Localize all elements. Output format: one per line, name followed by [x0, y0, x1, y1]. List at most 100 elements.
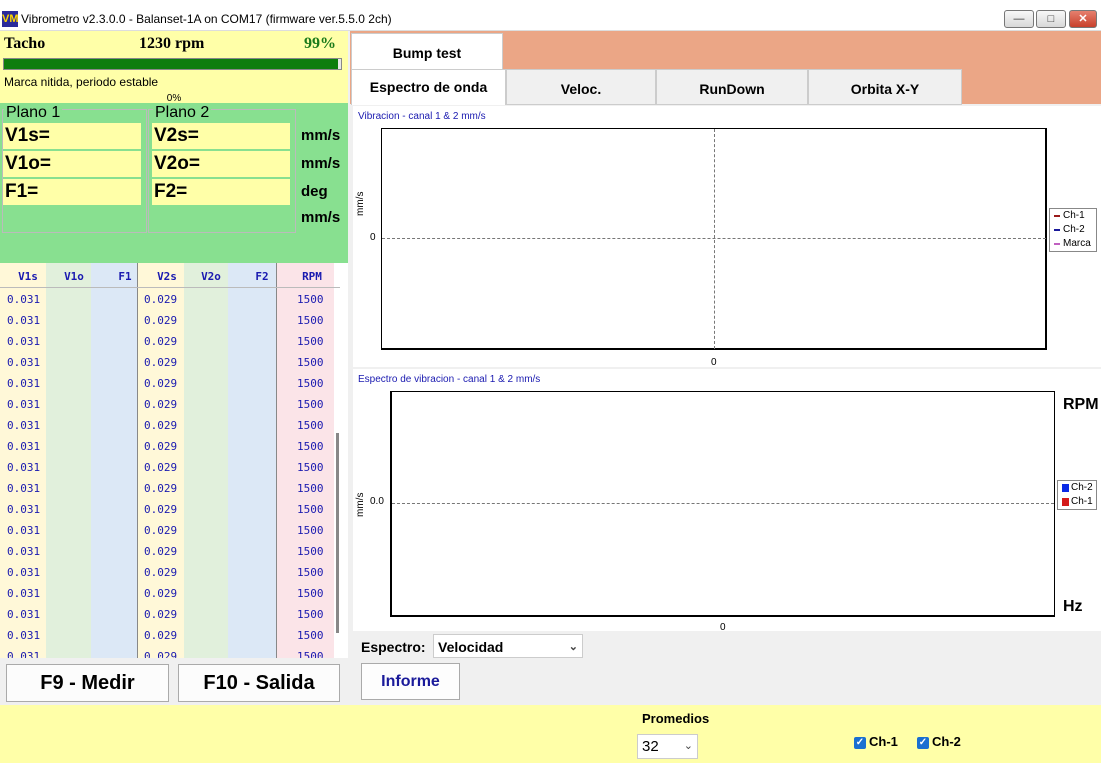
- table-cell: 0.031: [7, 482, 41, 495]
- waveform-chart[interactable]: Vibracion - canal 1 & 2 mm/s mm/s 0 0 Ch…: [353, 106, 1101, 368]
- table-cell: 1500: [297, 482, 324, 495]
- table-cell: 0.031: [7, 314, 41, 327]
- spectrum-select[interactable]: Velocidad ⌄: [433, 634, 583, 658]
- table-cell: 0.031: [7, 356, 41, 369]
- spectrum-zero-line: [392, 503, 1054, 504]
- table-cell: 0.029: [144, 524, 178, 537]
- table-cell: 0.031: [7, 587, 41, 600]
- legend-item: Ch-1: [1058, 495, 1096, 509]
- table-cell: 0.029: [144, 398, 178, 411]
- ch1-checkbox[interactable]: ✓ Ch-1: [854, 734, 898, 749]
- chevron-down-icon: ⌄: [568, 641, 578, 653]
- table-cell: 1500: [297, 461, 324, 474]
- table-cell: 1500: [297, 545, 324, 558]
- table-cell: 1500: [297, 419, 324, 432]
- waveform-ylabel: mm/s: [355, 191, 366, 216]
- table-cell: 1500: [297, 335, 324, 348]
- table-cell: 0.031: [7, 629, 41, 642]
- table-cell: 0.031: [7, 419, 41, 432]
- tab-orbita-xy[interactable]: Orbita X-Y: [808, 69, 962, 105]
- header-v2o[interactable]: V2o: [188, 263, 234, 288]
- tab-bump-test[interactable]: Bump test: [351, 33, 503, 71]
- table-cell: 0.029: [144, 314, 178, 327]
- waveform-plot-area: [381, 128, 1047, 350]
- waveform-x-tick: 0: [711, 357, 717, 368]
- table-cell: 0.031: [7, 566, 41, 579]
- table-cell: 0.029: [144, 482, 178, 495]
- v2s-field: V2s=: [152, 123, 290, 149]
- legend-swatch: [1054, 243, 1060, 245]
- v1o-field: V1o=: [3, 151, 141, 177]
- table-cell: 0.029: [144, 587, 178, 600]
- table-cell: 0.029: [144, 566, 178, 579]
- legend-item: Ch-1: [1050, 209, 1096, 223]
- v2o-field: V2o=: [152, 151, 290, 177]
- col-bg: [228, 263, 276, 658]
- hz-label: Hz: [1063, 598, 1083, 615]
- tab-rundown[interactable]: RunDown: [656, 69, 808, 105]
- table-cell: 1500: [297, 356, 324, 369]
- window-title: Vibrometro v2.3.0.0 - Balanset-1A on COM…: [21, 12, 392, 26]
- averages-value: 32: [642, 738, 659, 755]
- column-divider: [276, 263, 277, 658]
- header-v1o[interactable]: V1o: [48, 263, 100, 288]
- table-cell: 0.029: [144, 419, 178, 432]
- table-cell: 0.031: [7, 503, 41, 516]
- minimize-button[interactable]: —: [1004, 10, 1034, 28]
- col-bg: [184, 263, 228, 658]
- averages-select[interactable]: 32 ⌄: [637, 734, 698, 759]
- waveform-legend: Ch-1 Ch-2 Marca: [1049, 208, 1097, 252]
- exit-button[interactable]: F10 - Salida: [178, 664, 340, 702]
- col-bg: [46, 263, 91, 658]
- table-scrollbar[interactable]: [336, 433, 339, 633]
- report-button[interactable]: Informe: [361, 663, 460, 700]
- table-cell: 1500: [297, 524, 324, 537]
- waveform-y-tick: 0: [370, 232, 376, 243]
- tacho-label: Tacho: [4, 35, 46, 52]
- ch2-checkbox[interactable]: ✓ Ch-2: [917, 734, 961, 749]
- table-cell: 0.029: [144, 545, 178, 558]
- checkbox-checked-icon: ✓: [917, 736, 929, 749]
- close-button[interactable]: ✕: [1069, 10, 1097, 28]
- spectrum-select-value: Velocidad: [438, 639, 504, 655]
- table-cell: 0.029: [144, 356, 178, 369]
- waveform-chart-title: Vibracion - canal 1 & 2 mm/s: [358, 111, 486, 122]
- waveform-center-line: [714, 129, 715, 349]
- spectrum-chart[interactable]: Espectro de vibracion - canal 1 & 2 mm/s…: [353, 369, 1101, 633]
- spectrum-x-tick: 0: [720, 622, 726, 633]
- window-titlebar: VM Vibrometro v2.3.0.0 - Balanset-1A on …: [0, 0, 1101, 31]
- spectrum-y-tick: 0.0: [370, 496, 384, 507]
- spectrum-plot-area: [390, 391, 1055, 617]
- unit-label: mm/s: [301, 127, 341, 144]
- measure-button[interactable]: F9 - Medir: [6, 664, 169, 702]
- table-cell: 0.031: [7, 461, 41, 474]
- measurements-table[interactable]: V1s V1o F1 V2s V2o F2 RPM 0.031 0.029 1500…: [0, 263, 348, 658]
- table-cell: 0.029: [144, 335, 178, 348]
- legend-swatch: [1054, 229, 1060, 231]
- table-cell: 0.031: [7, 608, 41, 621]
- table-cell: 1500: [297, 587, 324, 600]
- table-cell: 0.029: [144, 503, 178, 516]
- header-v2s[interactable]: V2s: [143, 263, 191, 288]
- chevron-down-icon: ⌄: [683, 740, 693, 752]
- legend-item: Ch-2: [1050, 223, 1096, 237]
- tacho-progress-bar: [3, 58, 342, 70]
- f1-field: F1=: [3, 179, 141, 205]
- plane2-title: Plano 2: [153, 104, 212, 122]
- tacho-rpm: 1230 rpm: [139, 35, 205, 52]
- header-rpm[interactable]: RPM: [284, 263, 340, 288]
- tab-veloc[interactable]: Veloc.: [506, 69, 656, 105]
- table-cell: 1500: [297, 314, 324, 327]
- maximize-button[interactable]: □: [1036, 10, 1066, 28]
- header-f2[interactable]: F2: [240, 263, 284, 288]
- table-cell: 1500: [297, 293, 324, 306]
- planes-panel: Plano 1 V1s= V1o= F1= Plano 2 V2s= V2o= …: [0, 103, 348, 263]
- unit-label: mm/s: [301, 155, 341, 172]
- table-cell: 1500: [297, 566, 324, 579]
- table-header: V1s V1o F1 V2s V2o F2 RPM: [0, 263, 340, 288]
- table-cell: 1500: [297, 398, 324, 411]
- table-cell: 0.031: [7, 377, 41, 390]
- unit-label: mm/s: [301, 209, 341, 226]
- f2-field: F2=: [152, 179, 290, 205]
- tab-espectro-de-onda[interactable]: Espectro de onda: [351, 69, 506, 105]
